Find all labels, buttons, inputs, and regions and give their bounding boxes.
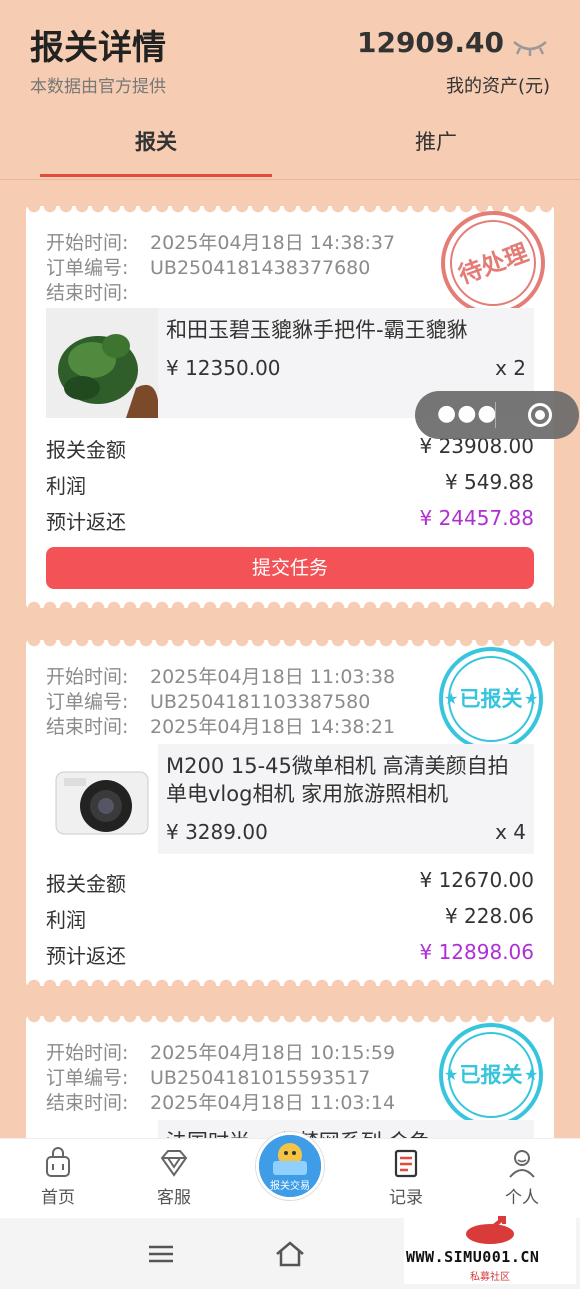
watermark-logo-icon [466, 1216, 514, 1244]
start-time-row: 开始时间: 2025年04月18日 14:38:37 [46, 232, 396, 254]
tab-records[interactable]: 记录 [348, 1139, 464, 1219]
product-item[interactable]: M200 15-45微单相机 高清美颜自拍单电vlog相机 家用旅游照相机 ¥ … [46, 744, 534, 854]
tab-home[interactable]: 首页 [0, 1139, 116, 1219]
watermark: WWW.SIMU001.CN 私募社区 [404, 1210, 576, 1284]
start-time: 2025年04月18日 11:03:38 [150, 666, 396, 688]
home-icon[interactable] [274, 1240, 306, 1268]
customs-done-stamp: 已报关 ★ ★ [436, 1020, 546, 1130]
stamp-text: 待处理 [455, 238, 532, 289]
return-value: ¥ 24457.88 [419, 506, 534, 530]
svg-text:★: ★ [524, 689, 538, 708]
record-icon [394, 1149, 418, 1178]
order-number: UB2504181438377680 [150, 257, 371, 279]
product-qty: x 2 [495, 356, 526, 380]
tab-customs-trade[interactable]: 报关交易 [256, 1132, 324, 1200]
page-subtitle: 本数据由官方提供 [30, 77, 166, 97]
end-time: 2025年04月18日 14:38:21 [150, 716, 396, 738]
menu-icon[interactable] [148, 1244, 174, 1264]
submit-task-button[interactable]: 提交任务 [46, 547, 534, 589]
amount-value: ¥ 12670.00 [419, 868, 534, 892]
return-row: 预计返还 ¥ 12898.06 [46, 940, 534, 968]
tab-profile[interactable]: 个人 [464, 1139, 580, 1219]
svg-text:★: ★ [444, 1065, 458, 1084]
order-no-row: 订单编号: UB2504181103387580 [46, 691, 371, 713]
pending-stamp: 待处理 [438, 208, 548, 318]
start-time: 2025年04月18日 14:38:37 [150, 232, 396, 254]
tab-promotion[interactable]: 推广 [320, 126, 552, 156]
product-price: ¥ 3289.00 [166, 820, 268, 844]
end-time-row: 结束时间: 2025年04月18日 14:38:21 [46, 716, 396, 738]
end-time: 2025年04月18日 11:03:14 [150, 1092, 396, 1114]
product-image [46, 744, 158, 854]
svg-text:★: ★ [444, 689, 458, 708]
end-time-row: 结束时间: [46, 282, 129, 304]
profit-value: ¥ 549.88 [444, 470, 534, 494]
return-row: 预计返还 ¥ 24457.88 [46, 506, 534, 534]
tab-service[interactable]: 客服 [116, 1139, 232, 1219]
order-number: UB2504181015593517 [150, 1067, 371, 1089]
profit-row: 利润 ¥ 549.88 [46, 470, 534, 498]
order-no-row: 订单编号: UB2504181438377680 [46, 257, 371, 279]
customs-done-stamp: 已报关 ★ ★ [436, 644, 546, 754]
amount-row: 报关金额 ¥ 12670.00 [46, 868, 534, 896]
product-qty: x 4 [495, 820, 526, 844]
assets-label: 我的资产(元) [445, 76, 550, 97]
assets-display: 12909.40 [357, 26, 550, 59]
order-number: UB2504181103387580 [150, 691, 371, 713]
header: 报关详情 本数据由官方提供 12909.40 我的资产(元) [0, 0, 580, 110]
stamp-text: 已报关 [460, 687, 523, 711]
page-title: 报关详情 [30, 28, 166, 68]
product-name: M200 15-45微单相机 高清美颜自拍单电vlog相机 家用旅游照相机 [166, 754, 509, 806]
order-no-row: 订单编号: UB2504181015593517 [46, 1067, 371, 1089]
product-price: ¥ 12350.00 [166, 356, 281, 380]
product-image [46, 308, 158, 418]
assets-value: 12909.40 [356, 26, 504, 59]
person-icon [509, 1150, 535, 1178]
profit-row: 利润 ¥ 228.06 [46, 904, 534, 932]
watermark-sub: 私募社区 [470, 1272, 510, 1283]
watermark-text: WWW.SIMU001.CN [406, 1248, 540, 1266]
tab-customs[interactable]: 报关 [40, 126, 272, 156]
tab-bar: 报关 推广 [0, 112, 580, 180]
start-time-row: 开始时间: 2025年04月18日 10:15:59 [46, 1042, 396, 1064]
active-tab-indicator [40, 174, 272, 177]
stamp-text: 已报关 [460, 1063, 523, 1087]
more-icon[interactable]: ●●● [437, 401, 498, 426]
product-name: 和田玉碧玉貔貅手把件-霸王貔貅 [166, 318, 468, 342]
order-card: 开始时间: 2025年04月18日 11:03:38 订单编号: UB2504181… [26, 640, 554, 986]
return-value: ¥ 12898.06 [419, 940, 534, 964]
start-time: 2025年04月18日 10:15:59 [150, 1042, 396, 1064]
start-time-row: 开始时间: 2025年04月18日 11:03:38 [46, 666, 396, 688]
miniprogram-capsule: ●●● [415, 391, 579, 439]
eye-closed-icon[interactable] [510, 32, 550, 56]
end-time-row: 结束时间: 2025年04月18日 11:03:14 [46, 1092, 396, 1114]
close-target-icon[interactable] [528, 403, 552, 427]
profit-value: ¥ 228.06 [444, 904, 534, 928]
svg-text:★: ★ [524, 1065, 538, 1084]
diamond-icon [160, 1150, 188, 1177]
home-bag-icon [46, 1147, 70, 1177]
